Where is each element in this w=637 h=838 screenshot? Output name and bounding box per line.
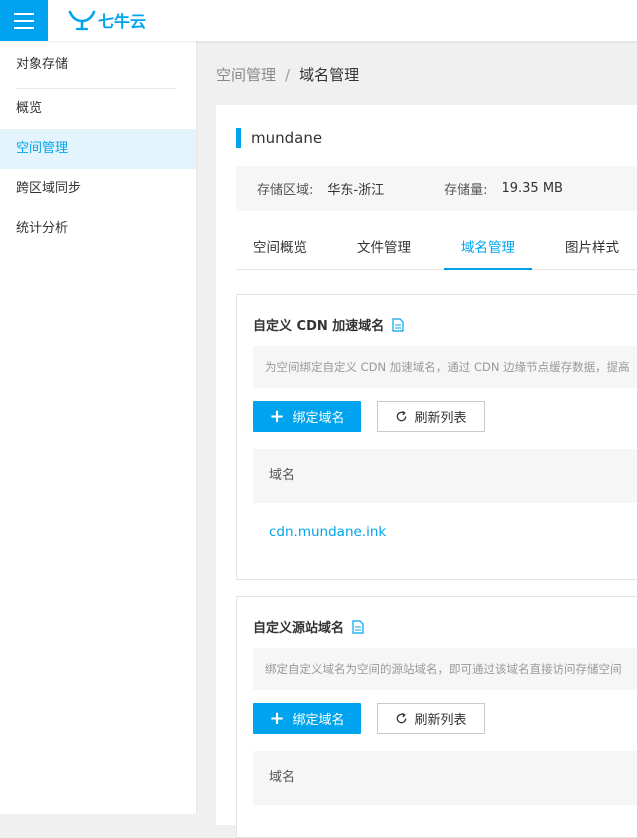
refresh-icon <box>397 712 407 724</box>
bind-origin-domain-button[interactable]: + 绑定域名 <box>253 703 361 734</box>
tab-image-styles[interactable]: 图片样式 <box>548 228 636 268</box>
origin-section-description: 绑定自定义域名为空间的源站域名，即可通过该域名直接访问存储空间 <box>253 648 637 690</box>
bucket-info-row: 存储区域: 华东-浙江 存储量: 19.35 MB <box>236 166 637 211</box>
plus-icon: + <box>269 707 285 729</box>
region-value: 华东-浙江 <box>327 183 385 198</box>
hamburger-menu-button[interactable] <box>0 0 48 41</box>
qiniu-logo[interactable]: 七牛云 <box>68 6 146 34</box>
main-content: 空间管理 / 域名管理 mundane 存储区域: 华东-浙江 存储量: 19.35… <box>197 41 637 838</box>
storage-label: 存储量: <box>444 183 488 198</box>
refresh-cdn-list-button[interactable]: 刷新列表 <box>377 401 485 432</box>
title-accent-bar <box>236 128 241 148</box>
origin-section-title: 自定义源站域名 <box>253 617 364 636</box>
top-bar: 七牛云 <box>0 0 637 41</box>
origin-domain-table-header: 域名 <box>253 751 637 805</box>
document-icon[interactable] <box>352 619 364 634</box>
cdn-domain-section: 自定义 CDN 加速域名 为空间绑定自定义 CDN 加速域名，通过 CDN 边缘… <box>236 294 637 580</box>
breadcrumb-parent-link[interactable]: 空间管理 <box>216 66 276 84</box>
storage-value: 19.35 MB <box>501 181 563 196</box>
origin-domain-section: 自定义源站域名 绑定自定义域名为空间的源站域名，即可通过该域名直接访问存储空间 … <box>236 596 637 838</box>
bind-domain-label: 绑定域名 <box>292 713 345 728</box>
refresh-icon <box>397 410 407 422</box>
breadcrumb: 空间管理 / 域名管理 <box>216 64 359 85</box>
bucket-card: mundane 存储区域: 华东-浙江 存储量: 19.35 MB 空间概览 文… <box>216 105 637 838</box>
sidebar-item-statistics[interactable]: 统计分析 <box>0 209 196 249</box>
refresh-origin-list-button[interactable]: 刷新列表 <box>377 703 485 734</box>
refresh-list-label: 刷新列表 <box>414 713 467 728</box>
breadcrumb-current: 域名管理 <box>299 66 360 84</box>
plus-icon: + <box>269 405 285 427</box>
cdn-section-title-text: 自定义 CDN 加速域名 <box>253 319 385 334</box>
tab-domain-management[interactable]: 域名管理 <box>444 228 532 270</box>
menu-line-icon <box>14 12 34 15</box>
refresh-list-label: 刷新列表 <box>414 411 467 426</box>
bucket-tabs: 空间概览 文件管理 域名管理 图片样式 <box>236 228 637 270</box>
cdn-section-description: 为空间绑定自定义 CDN 加速域名，通过 CDN 边缘节点缓存数据，提高 <box>253 346 637 388</box>
cdn-section-title: 自定义 CDN 加速域名 <box>253 315 404 334</box>
document-icon[interactable] <box>392 317 404 332</box>
qiniu-logo-icon <box>68 10 96 31</box>
cdn-domain-link[interactable]: cdn.mundane.ink <box>269 524 386 540</box>
menu-line-icon <box>14 19 34 22</box>
breadcrumb-separator: / <box>285 66 291 84</box>
sidebar-item-object-storage[interactable]: 对象存储 <box>0 41 196 88</box>
cdn-domain-table-header: 域名 <box>253 449 637 503</box>
menu-line-icon <box>14 26 34 29</box>
bucket-name: mundane <box>251 129 323 147</box>
tab-file-management[interactable]: 文件管理 <box>340 228 428 268</box>
bind-domain-label: 绑定域名 <box>292 411 345 426</box>
tab-bucket-overview[interactable]: 空间概览 <box>236 228 324 268</box>
sidebar-item-cross-region-sync[interactable]: 跨区域同步 <box>0 169 196 209</box>
origin-section-title-text: 自定义源站域名 <box>253 621 345 636</box>
sidebar-item-overview[interactable]: 概览 <box>0 89 196 129</box>
sidebar: 对象存储 概览 空间管理 跨区域同步 统计分析 <box>0 41 197 814</box>
region-label: 存储区域: <box>257 183 314 198</box>
bind-cdn-domain-button[interactable]: + 绑定域名 <box>253 401 361 432</box>
sidebar-item-bucket-management[interactable]: 空间管理 <box>0 129 196 169</box>
bucket-title: mundane <box>236 128 322 148</box>
logo-text: 七牛云 <box>98 12 147 31</box>
